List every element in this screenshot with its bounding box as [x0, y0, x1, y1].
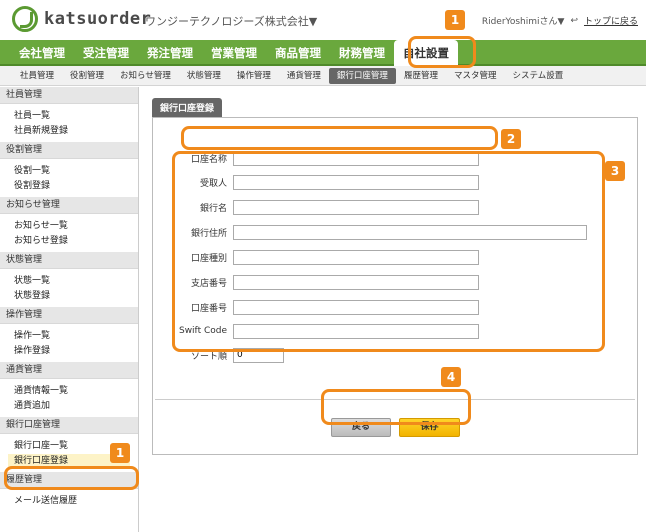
sidebar-item-notice-new[interactable]: お知らせ登録 — [14, 234, 138, 249]
sidebar-heading: 通貨管理 — [0, 362, 138, 379]
subnav-bank-accounts[interactable]: 銀行口座管理 — [328, 67, 396, 84]
logo[interactable]: katsuorder — [12, 6, 151, 32]
highlight-action-buttons — [321, 389, 471, 425]
mainnav-company[interactable]: 会社管理 — [10, 40, 74, 64]
sidebar-item-status-new[interactable]: 状態登録 — [14, 289, 138, 304]
subnav-employees[interactable]: 社員管理 — [12, 68, 62, 84]
sidebar-heading: お知らせ管理 — [0, 197, 138, 214]
logo-text: katsuorder — [44, 9, 152, 29]
subnav-currency[interactable]: 通貨管理 — [279, 68, 329, 84]
sidebar-item-employee-list[interactable]: 社員一覧 — [14, 109, 138, 124]
subnav-notices[interactable]: お知らせ管理 — [112, 68, 179, 84]
return-arrow-icon: ↩ — [570, 15, 578, 26]
tab-bank-account-register[interactable]: 銀行口座登録 — [152, 98, 223, 117]
sidebar-item-currency-list[interactable]: 通貨情報一覧 — [14, 384, 138, 399]
sidebar-item-status-list[interactable]: 状態一覧 — [14, 274, 138, 289]
sidebar-section-employees: 社員管理 社員一覧 社員新規登録 — [0, 87, 138, 142]
subnav-roles[interactable]: 役割管理 — [62, 68, 112, 84]
annotation-badge: 3 — [605, 161, 625, 181]
highlight-detail-fields — [172, 151, 605, 352]
user-menu[interactable]: RiderYoshimiさん▼ — [482, 14, 565, 27]
annotation-badge: 1 — [445, 10, 465, 30]
app-header: katsuorder ワンジーテクノロジーズ株式会社▼ RiderYoshimi… — [0, 0, 646, 40]
annotation-badge: 1 — [110, 443, 130, 463]
annotation-badge: 2 — [501, 129, 521, 149]
highlight-own-settings — [408, 36, 476, 68]
sidebar-item-operation-list[interactable]: 操作一覧 — [14, 329, 138, 344]
highlight-account-name — [181, 126, 498, 150]
subnav-history[interactable]: 履歴管理 — [396, 68, 446, 84]
sidebar-item-notice-list[interactable]: お知らせ一覧 — [14, 219, 138, 234]
sidebar-item-mail-history[interactable]: メール送信履歴 — [14, 494, 138, 509]
main-nav: 会社管理 受注管理 発注管理 営業管理 商品管理 財務管理 自社設置 — [0, 40, 646, 66]
logo-mark-icon — [12, 6, 38, 32]
user-area: RiderYoshimiさん▼ ↩ トップに戻る — [482, 14, 638, 28]
company-selector[interactable]: ワンジーテクノロジーズ株式会社▼ — [145, 13, 317, 29]
sidebar-item-currency-add[interactable]: 通貨追加 — [14, 399, 138, 414]
sidebar-section-currency: 通貨管理 通貨情報一覧 通貨追加 — [0, 362, 138, 417]
sub-nav: 社員管理 役割管理 お知らせ管理 状態管理 操作管理 通貨管理 銀行口座管理 履… — [0, 66, 646, 86]
sidebar-item-operation-new[interactable]: 操作登録 — [14, 344, 138, 359]
sidebar-heading: 状態管理 — [0, 252, 138, 269]
highlight-bank-account-new — [4, 466, 139, 490]
sidebar-heading: 社員管理 — [0, 87, 138, 104]
sidebar-section-roles: 役割管理 役割一覧 役割登録 — [0, 142, 138, 197]
sidebar-heading: 役割管理 — [0, 142, 138, 159]
back-to-top-link[interactable]: トップに戻る — [584, 14, 638, 27]
subnav-operations[interactable]: 操作管理 — [229, 68, 279, 84]
annotation-badge: 4 — [441, 367, 461, 387]
sidebar-heading: 操作管理 — [0, 307, 138, 324]
sidebar-section-status: 状態管理 状態一覧 状態登録 — [0, 252, 138, 307]
sidebar-item-employee-new[interactable]: 社員新規登録 — [14, 124, 138, 139]
sidebar-heading: 銀行口座管理 — [0, 417, 138, 434]
subnav-status[interactable]: 状態管理 — [179, 68, 229, 84]
subnav-system[interactable]: システム設置 — [504, 68, 571, 84]
mainnav-sales[interactable]: 営業管理 — [202, 40, 266, 64]
sidebar-item-role-list[interactable]: 役割一覧 — [14, 164, 138, 179]
mainnav-finance[interactable]: 財務管理 — [330, 40, 394, 64]
sidebar-section-operations: 操作管理 操作一覧 操作登録 — [0, 307, 138, 362]
subnav-master[interactable]: マスタ管理 — [446, 68, 505, 84]
mainnav-orders-received[interactable]: 受注管理 — [74, 40, 138, 64]
mainnav-products[interactable]: 商品管理 — [266, 40, 330, 64]
mainnav-orders-placed[interactable]: 発注管理 — [138, 40, 202, 64]
sidebar-item-role-new[interactable]: 役割登録 — [14, 179, 138, 194]
sidebar-section-notices: お知らせ管理 お知らせ一覧 お知らせ登録 — [0, 197, 138, 252]
